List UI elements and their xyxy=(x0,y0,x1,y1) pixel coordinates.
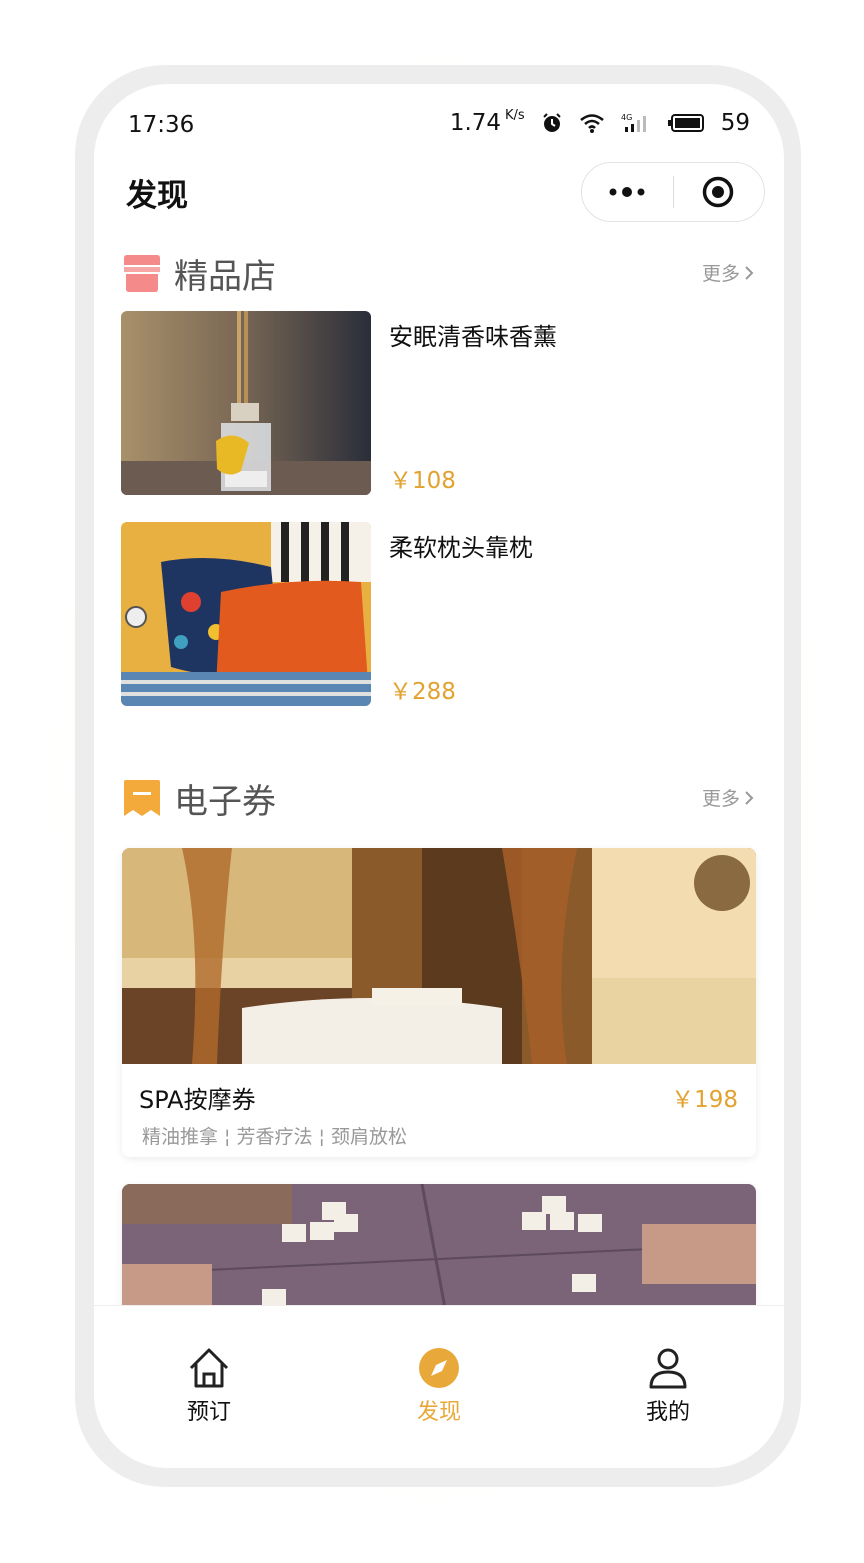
capsule-divider xyxy=(673,176,674,208)
alarm-icon xyxy=(543,113,561,132)
home-icon xyxy=(189,1348,229,1388)
product-item[interactable]: 安眠清香味香薰 ￥108 xyxy=(121,311,757,495)
coupon-title: 电子券 xyxy=(174,782,276,822)
boutique-more-label: 更多 xyxy=(701,263,740,285)
coupon-card[interactable] xyxy=(122,1184,756,1324)
tab-label: 预订 xyxy=(186,1400,231,1425)
boutique-section-header: 精品店 更多 xyxy=(122,249,754,299)
status-time: 17:36 xyxy=(128,112,195,138)
product-price: ￥288 xyxy=(389,679,456,705)
status-indicators: 1.74 K/s 4G 59 xyxy=(449,108,750,136)
tab-bar: 预订 发现 我的 xyxy=(94,1305,784,1468)
chevron-right-icon xyxy=(745,790,754,805)
store-icon xyxy=(124,255,160,292)
tab-discover[interactable]: 发现 xyxy=(379,1346,499,1426)
coupon-card[interactable]: SPA按摩券 ￥198 精油推拿 ¦ 芳香疗法 ¦ 颈肩放松 xyxy=(122,848,756,1157)
coupon-name: SPA按摩券 xyxy=(139,1086,256,1114)
product-name: 安眠清香味香薰 xyxy=(389,323,557,351)
product-item[interactable]: 柔软枕头靠枕 ￥288 xyxy=(121,522,757,706)
coupon-tags: 精油推拿 ¦ 芳香疗法 ¦ 颈肩放松 xyxy=(142,1126,407,1148)
product-image-pillow[interactable] xyxy=(121,522,371,706)
product-image-aroma[interactable] xyxy=(121,311,371,495)
network-speed-unit: K/s xyxy=(505,108,525,123)
more-dots-icon[interactable] xyxy=(607,183,649,201)
coupon-icon xyxy=(124,780,160,816)
coupon-image-spa[interactable] xyxy=(122,848,756,1064)
coupon-more-link[interactable]: 更多 xyxy=(702,784,754,811)
coupon-price: ￥198 xyxy=(671,1087,738,1113)
tab-booking[interactable]: 预订 xyxy=(149,1346,269,1426)
user-icon xyxy=(649,1348,687,1389)
coupon-more-label: 更多 xyxy=(701,788,740,810)
status-bar: 17:36 1.74 K/s 4G 59 xyxy=(94,84,784,164)
network-speed-value: 1.74 xyxy=(449,110,502,136)
screen: 17:36 1.74 K/s 4G 59 发现 精品店 更多 安眠清香味香薰 ￥… xyxy=(94,84,784,1468)
coupon-section-header: 电子券 更多 xyxy=(122,774,754,824)
close-target-icon[interactable] xyxy=(702,176,734,208)
page-title: 发现 xyxy=(126,178,188,214)
boutique-title: 精品店 xyxy=(174,257,276,297)
compass-icon xyxy=(419,1348,459,1388)
boutique-more-link[interactable]: 更多 xyxy=(702,259,754,286)
chevron-right-icon xyxy=(745,265,754,280)
product-name: 柔软枕头靠枕 xyxy=(389,534,533,562)
product-price: ￥108 xyxy=(389,468,456,494)
mini-program-capsule xyxy=(581,162,765,222)
battery-level: 59 xyxy=(720,110,750,136)
tab-label: 发现 xyxy=(416,1400,461,1425)
signal-icon: 4G xyxy=(621,113,646,132)
network-speed: 1.74 K/s xyxy=(449,108,525,136)
network-type-label: 4G xyxy=(621,113,632,122)
tab-profile[interactable]: 我的 xyxy=(608,1346,728,1426)
tab-label: 我的 xyxy=(645,1400,690,1425)
battery-icon xyxy=(667,114,704,132)
wifi-icon xyxy=(579,114,604,133)
coupon-image-mahjong[interactable] xyxy=(122,1184,756,1324)
